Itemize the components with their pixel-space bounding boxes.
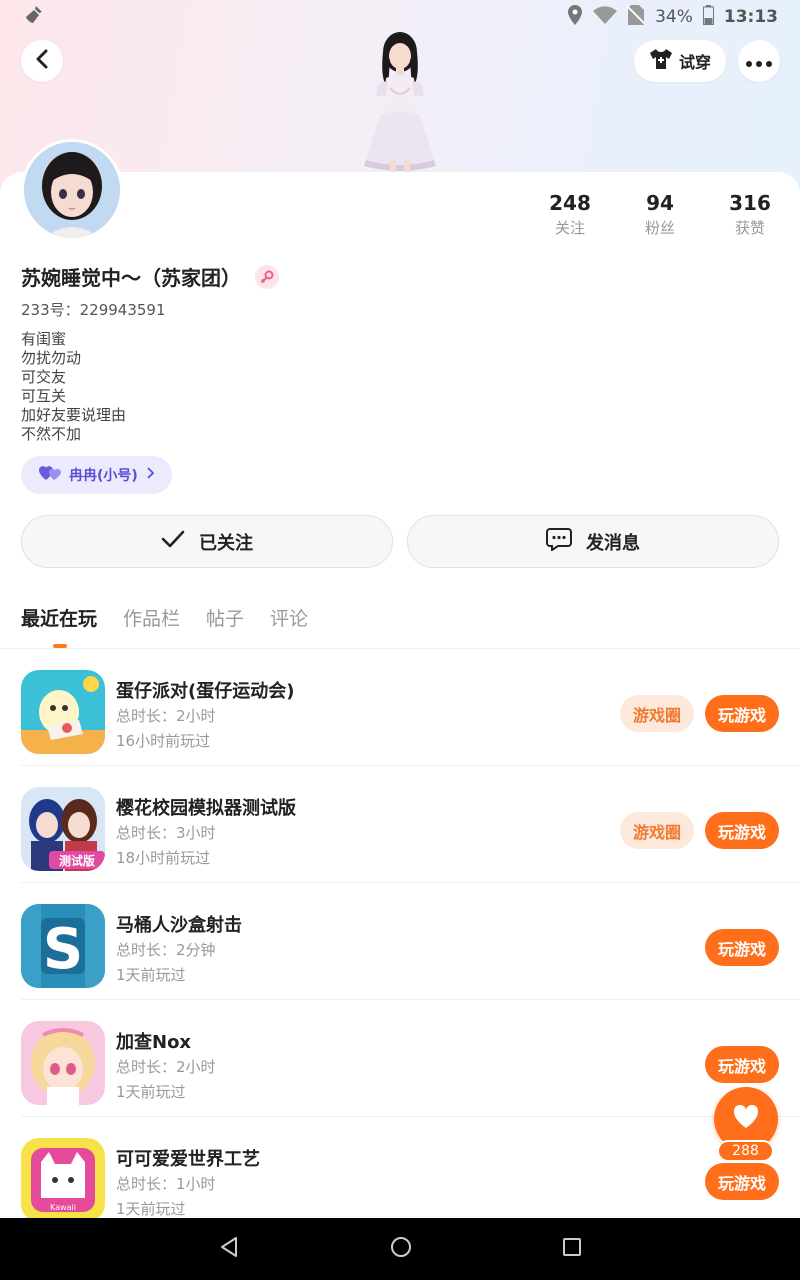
- game-last-played: 16小时前玩过: [116, 732, 211, 750]
- stat-following[interactable]: 248 关注: [525, 190, 615, 240]
- bio: 有闺蜜 勿扰勿动 可交友 可互关 加好友要说理由 不然不加: [21, 330, 126, 444]
- play-game-button[interactable]: 玩游戏: [705, 695, 779, 732]
- game-duration: 总时长：3小时: [116, 824, 216, 842]
- game-duration: 总时长：1小时: [116, 1175, 216, 1193]
- checkmark-icon: [161, 530, 185, 553]
- game-icon-gacha-nox[interactable]: [21, 1021, 105, 1105]
- game-circle-button[interactable]: 游戏圈: [620, 812, 694, 849]
- game-duration: 总时长：2分钟: [116, 941, 216, 959]
- followed-button[interactable]: 已关注: [21, 515, 393, 568]
- game-title: 樱花校园模拟器测试版: [116, 798, 296, 819]
- game-row[interactable]: 蛋仔派对(蛋仔运动会) 总时长：2小时 16小时前玩过 游戏圈 玩游戏: [21, 649, 800, 766]
- profile-stats: 248 关注 94 粉丝 316 获赞: [525, 190, 800, 240]
- avatar[interactable]: [21, 139, 123, 241]
- game-row[interactable]: 测试版 樱花校园模拟器测试版 总时长：3小时 18小时前玩过 游戏圈 玩游戏: [21, 766, 800, 883]
- game-duration: 总时长：2小时: [116, 1058, 216, 1076]
- female-gender-icon: [255, 264, 279, 289]
- game-circle-button[interactable]: 游戏圈: [620, 695, 694, 732]
- bio-line: 可交友: [21, 368, 67, 386]
- profile-tabs: 最近在玩 作品栏 帖子 评论: [21, 600, 308, 648]
- tab-recently-played[interactable]: 最近在玩: [21, 600, 97, 648]
- battery-text: 34%: [655, 7, 693, 27]
- game-icon-sakura-school[interactable]: 测试版: [21, 787, 105, 871]
- back-arrow-icon: [35, 49, 49, 73]
- stat-following-label: 关注: [554, 219, 585, 237]
- user-id: 233号：229943591: [21, 301, 166, 319]
- game-row[interactable]: Kawaii 可可爱爱世界工艺 总时长：1小时 1天前玩过 玩游戏: [21, 1117, 800, 1234]
- play-game-button[interactable]: 玩游戏: [705, 1163, 779, 1200]
- game-title: 马桶人沙盒射击: [116, 915, 242, 936]
- game-row[interactable]: S 马桶人沙盒射击 总时长：2分钟 1天前玩过 玩游戏: [21, 883, 800, 1000]
- send-message-label: 发消息: [586, 532, 640, 554]
- game-title: 加查Nox: [116, 1032, 192, 1053]
- game-duration: 总时长：2小时: [116, 707, 216, 725]
- more-dots-icon: [746, 52, 772, 71]
- try-on-button[interactable]: 试穿: [634, 40, 726, 82]
- tab-posts[interactable]: 帖子: [206, 600, 244, 638]
- game-last-played: 1天前玩过: [116, 1083, 186, 1101]
- followed-label: 已关注: [199, 532, 253, 554]
- game-row[interactable]: 加查Nox 总时长：2小时 1天前玩过 玩游戏: [21, 1000, 800, 1117]
- location-icon: [567, 4, 583, 30]
- username: 苏婉睡觉中～（苏家团）: [21, 266, 241, 290]
- alt-account-button[interactable]: 冉冉(小号): [21, 456, 172, 494]
- game-icon-label: 测试版: [59, 853, 95, 868]
- bio-line: 勿扰勿动: [21, 349, 82, 367]
- stat-likes-value: 316: [729, 191, 771, 215]
- linked-hearts-icon: [39, 465, 61, 485]
- stat-followers-label: 粉丝: [644, 219, 675, 237]
- system-navigation-bar: [0, 1218, 800, 1280]
- stat-following-value: 248: [549, 191, 591, 215]
- bio-line: 有闺蜜: [21, 330, 67, 348]
- game-last-played: 18小时前玩过: [116, 849, 211, 867]
- stat-followers[interactable]: 94 粉丝: [615, 190, 705, 240]
- game-title: 蛋仔派对(蛋仔运动会): [116, 681, 295, 702]
- bio-line: 不然不加: [21, 425, 82, 443]
- alt-account-label: 冉冉(小号): [69, 468, 138, 484]
- play-game-button[interactable]: 玩游戏: [705, 929, 779, 966]
- game-title: 可可爱爱世界工艺: [116, 1149, 260, 1170]
- game-last-played: 1天前玩过: [116, 966, 186, 984]
- stat-followers-value: 94: [646, 191, 674, 215]
- stat-likes-label: 获赞: [734, 219, 765, 237]
- status-bar: 34% 13:13: [0, 0, 800, 34]
- nav-back-icon[interactable]: [218, 1236, 240, 1262]
- bio-line: 可互关: [21, 387, 67, 405]
- cleaner-icon: [22, 3, 46, 32]
- tab-works[interactable]: 作品栏: [123, 600, 180, 638]
- play-game-button[interactable]: 玩游戏: [705, 812, 779, 849]
- game-icon-toilet-sandbox[interactable]: S: [21, 904, 105, 988]
- bio-line: 加好友要说理由: [21, 406, 127, 424]
- no-sim-icon: [626, 4, 646, 30]
- game-icon-label: Kawaii: [50, 1203, 76, 1212]
- tshirt-icon: [649, 48, 673, 74]
- chat-bubble-icon: [546, 527, 572, 556]
- try-on-label: 试穿: [678, 53, 711, 72]
- back-button[interactable]: [21, 40, 63, 82]
- clock: 13:13: [723, 7, 778, 27]
- chevron-right-icon: [146, 467, 155, 483]
- wifi-icon: [593, 5, 618, 29]
- nav-recents-icon[interactable]: [562, 1237, 582, 1261]
- avatar-3d-figure: [350, 30, 450, 175]
- heart-icon: [733, 1104, 759, 1133]
- send-message-button[interactable]: 发消息: [407, 515, 779, 568]
- game-icon-eggy-party[interactable]: [21, 670, 105, 754]
- play-game-button[interactable]: 玩游戏: [705, 1046, 779, 1083]
- username-row: 苏婉睡觉中～（苏家团）: [21, 262, 279, 291]
- nav-home-icon[interactable]: [390, 1236, 412, 1262]
- battery-icon: [702, 4, 714, 30]
- tab-comments[interactable]: 评论: [270, 600, 308, 638]
- game-last-played: 1天前玩过: [116, 1200, 186, 1218]
- like-count-badge: 288: [717, 1140, 774, 1162]
- stat-likes[interactable]: 316 获赞: [705, 190, 795, 240]
- more-options-button[interactable]: [738, 40, 780, 82]
- recent-games-list: 蛋仔派对(蛋仔运动会) 总时长：2小时 16小时前玩过 游戏圈 玩游戏 测试版 …: [0, 649, 800, 1234]
- game-icon-label: S: [43, 917, 83, 982]
- game-icon-kawaii-craft[interactable]: Kawaii: [21, 1138, 105, 1222]
